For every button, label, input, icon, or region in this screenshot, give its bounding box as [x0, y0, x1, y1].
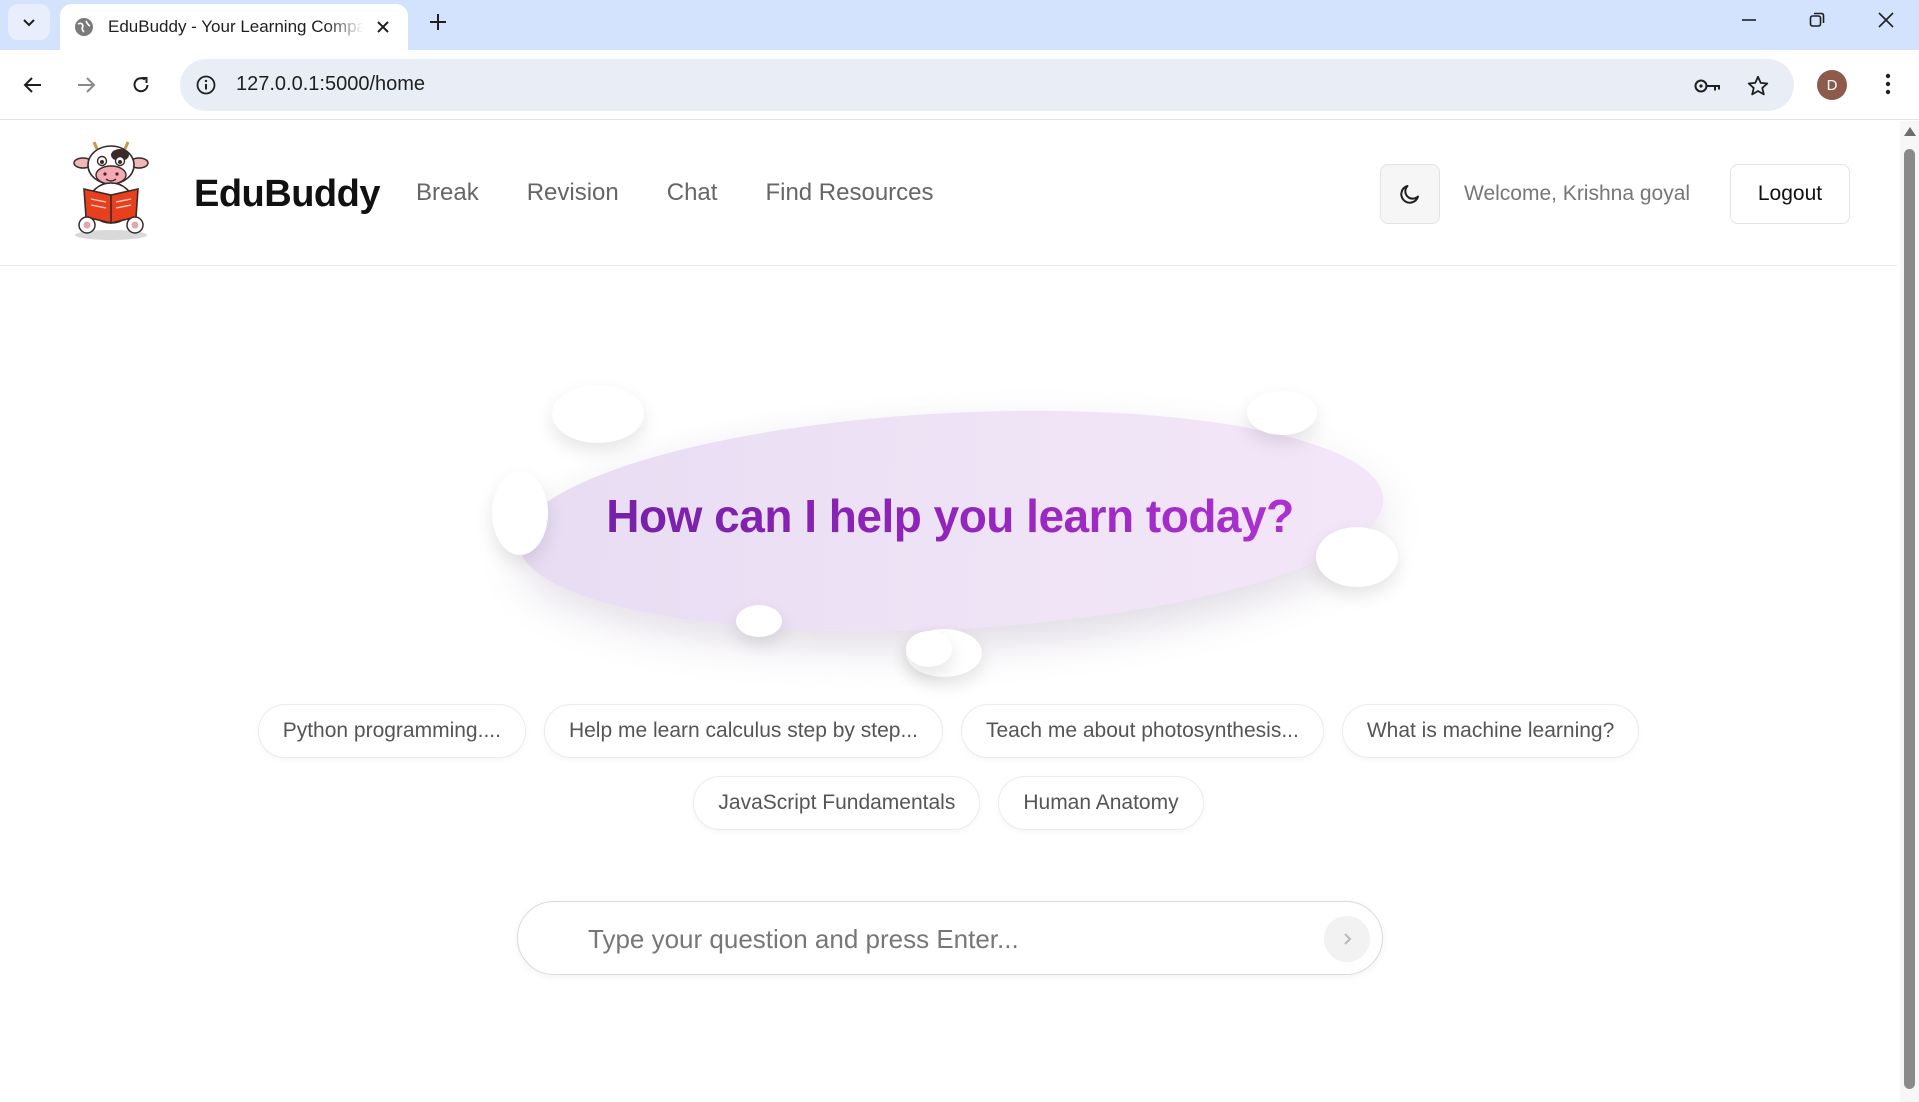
scroll-thumb[interactable] [1904, 149, 1915, 1089]
suggestion-row-2: JavaScript Fundamentals Human Anatomy [0, 776, 1897, 830]
theme-toggle-button[interactable] [1380, 164, 1440, 224]
logout-button[interactable]: Logout [1730, 164, 1850, 224]
window-close-icon [1878, 12, 1894, 28]
page-viewport: EduBuddy Break Revision Chat Find Resour… [0, 121, 1897, 1102]
tab-search-button[interactable] [8, 4, 50, 40]
hero-title: How can I help you learn today? [470, 489, 1430, 543]
send-button[interactable] [1324, 916, 1370, 962]
profile-avatar[interactable]: D [1817, 70, 1847, 100]
question-box [517, 901, 1383, 975]
globe-icon [75, 18, 93, 36]
back-button[interactable] [13, 65, 53, 105]
welcome-text: Welcome, Krishna goyal [1464, 182, 1691, 205]
edubuddy-logo[interactable] [70, 141, 152, 241]
tab-title: EduBuddy - Your Learning Companion [108, 17, 364, 36]
tab-close-button[interactable] [372, 16, 394, 38]
bookmark-button[interactable] [1744, 72, 1772, 100]
scroll-up-arrow[interactable] [1904, 127, 1916, 136]
moon-icon [1400, 185, 1419, 204]
suggestion-chip[interactable]: Help me learn calculus step by step... [543, 704, 943, 758]
minimize-icon [1742, 19, 1756, 21]
close-icon [377, 21, 389, 33]
question-input[interactable] [588, 918, 1228, 960]
suggestion-chip[interactable]: Python programming.... [257, 704, 526, 758]
forward-icon [78, 77, 96, 93]
active-tab[interactable]: EduBuddy - Your Learning Companion [60, 4, 408, 50]
cloud-decoration [1247, 391, 1317, 435]
suggestion-chip[interactable]: JavaScript Fundamentals [693, 776, 981, 830]
page-scrollbar[interactable] [1900, 121, 1919, 1102]
cloud-decoration [552, 385, 644, 443]
suggestion-chip[interactable]: Teach me about photosynthesis... [960, 704, 1324, 758]
new-tab-button[interactable] [424, 8, 452, 36]
reload-button[interactable] [121, 65, 161, 105]
kebab-menu-icon [1885, 73, 1891, 95]
tab-strip: EduBuddy - Your Learning Companion [0, 0, 1919, 50]
main-nav: Break Revision Chat Find Resources [416, 179, 934, 207]
suggestion-chip[interactable]: What is machine learning? [1341, 704, 1640, 758]
cloud-decoration [906, 631, 952, 667]
back-icon [23, 77, 41, 93]
cloud-decoration [736, 605, 782, 637]
suggestion-row-1: Python programming.... Help me learn cal… [0, 704, 1897, 758]
window-close-button[interactable] [1851, 0, 1919, 40]
browser-toolbar: 127.0.0.1:5000/home D [0, 50, 1919, 120]
site-header: EduBuddy Break Revision Chat Find Resour… [0, 121, 1897, 266]
info-icon [196, 75, 216, 95]
nav-link-revision[interactable]: Revision [527, 179, 619, 207]
suggestion-chip[interactable]: Human Anatomy [998, 776, 1204, 830]
password-manager-button[interactable] [1694, 72, 1722, 100]
minimize-button[interactable] [1714, 0, 1784, 40]
nav-link-find-resources[interactable]: Find Resources [765, 179, 933, 207]
restore-button[interactable] [1782, 0, 1852, 40]
nav-link-chat[interactable]: Chat [667, 179, 718, 207]
site-info-button[interactable] [194, 73, 218, 97]
chevron-right-icon [1344, 933, 1352, 945]
browser-menu-button[interactable] [1870, 66, 1906, 102]
url-text[interactable]: 127.0.0.1:5000/home [236, 73, 425, 96]
nav-link-break[interactable]: Break [416, 179, 479, 207]
tab-search-icon [23, 19, 35, 27]
restore-icon [1809, 12, 1825, 27]
hero-bubble: How can I help you learn today? [470, 371, 1430, 701]
star-icon [1747, 75, 1769, 96]
plus-icon [430, 14, 446, 30]
brand-name[interactable]: EduBuddy [194, 173, 380, 216]
reload-icon [133, 77, 149, 93]
key-icon [1694, 79, 1720, 93]
address-bar[interactable]: 127.0.0.1:5000/home [180, 59, 1794, 111]
forward-button[interactable] [66, 65, 106, 105]
